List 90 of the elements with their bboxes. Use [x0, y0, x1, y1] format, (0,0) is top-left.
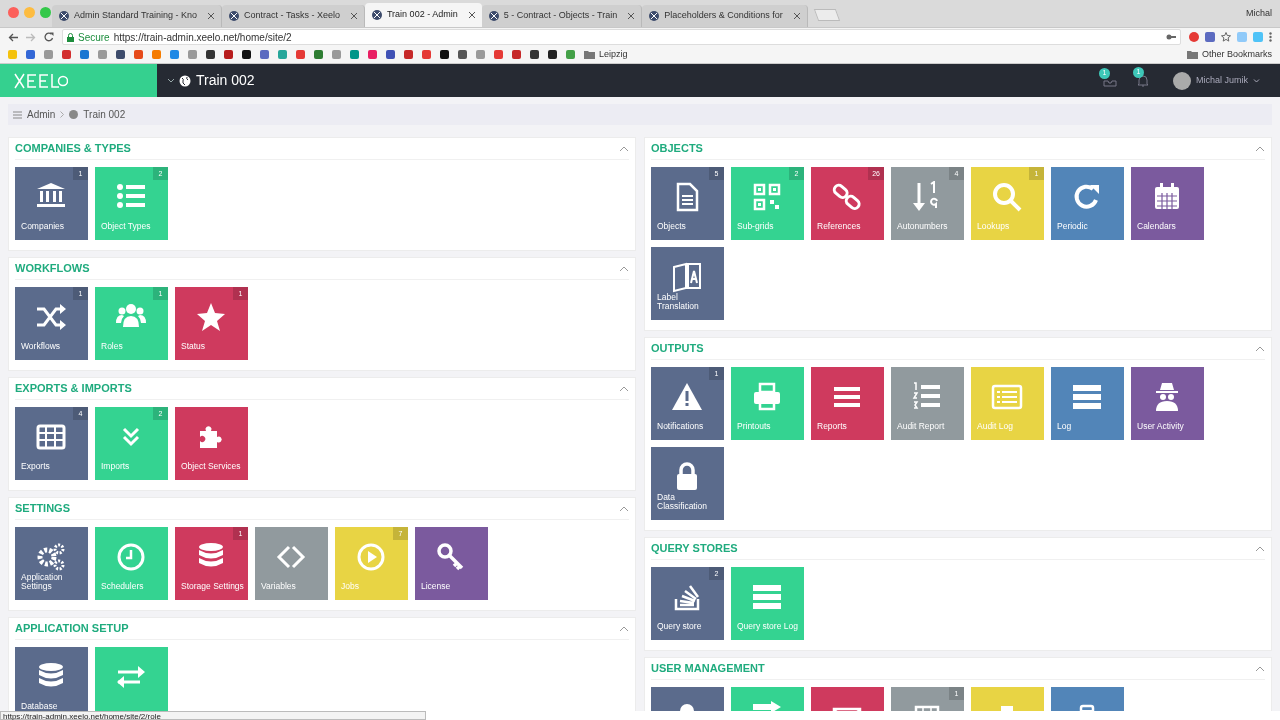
folder-icon	[584, 50, 595, 59]
collapse-chevron-icon[interactable]	[619, 145, 629, 152]
close-icon[interactable]	[793, 13, 800, 19]
browser-tab[interactable]: Train 002 - Admin	[364, 3, 482, 27]
site-title: Train 002	[196, 71, 255, 90]
address-bar[interactable]: Secure https://train-admin.xeelo.net/home/site/2	[62, 29, 1181, 45]
collapse-chevron-icon[interactable]	[619, 625, 629, 632]
tile-button[interactable]: Log	[1051, 367, 1124, 440]
browser-tab[interactable]: Contract - Tasks - Xeelo	[222, 5, 365, 27]
clock-icon	[115, 541, 147, 573]
tile-button[interactable]: License	[415, 527, 488, 600]
tile-button[interactable]: Object Services	[175, 407, 248, 480]
profile-name[interactable]: Michal	[1246, 7, 1272, 21]
close-icon[interactable]	[350, 13, 357, 19]
breadcrumb-link[interactable]: Admin	[27, 107, 56, 122]
other-bookmarks-link[interactable]: Other Bookmarks	[1201, 47, 1272, 62]
new-tab-button[interactable]	[813, 9, 840, 21]
favicon-icon	[59, 11, 69, 21]
collapse-chevron-icon[interactable]	[1255, 545, 1265, 552]
collapse-chevron-icon[interactable]	[1255, 145, 1265, 152]
tile-button[interactable]: Database	[15, 647, 88, 711]
chain-link-icon	[831, 181, 863, 213]
tile-button[interactable]: Application Settings	[15, 527, 88, 600]
collapse-chevron-icon[interactable]	[619, 505, 629, 512]
section-title: EXPORTS & IMPORTS	[15, 381, 132, 397]
secure-label: Secure	[78, 30, 110, 45]
tile-button[interactable]: Reports	[811, 367, 884, 440]
section-title: QUERY STORES	[651, 541, 738, 557]
section-title: WORKFLOWS	[15, 261, 90, 277]
qr-code-icon	[751, 181, 783, 213]
link-url-tooltip: https://train-admin.xeelo.net/home/site/2/role	[0, 711, 426, 720]
tile-button[interactable]	[95, 647, 168, 711]
favicon-icon	[649, 11, 660, 21]
tile-button[interactable]: Data Classification	[651, 447, 724, 520]
close-icon[interactable]	[628, 13, 635, 19]
menu-icon[interactable]	[1269, 32, 1272, 42]
tile-button[interactable]: User Activity	[1131, 367, 1204, 440]
section-title: SETTINGS	[15, 501, 70, 517]
bell-icon[interactable]	[1137, 74, 1149, 87]
window-zoom-button[interactable]	[40, 7, 51, 18]
section-title: OUTPUTS	[651, 341, 704, 357]
collapse-chevron-icon[interactable]	[1255, 345, 1265, 352]
browser-tab[interactable]: Placeholders & Conditions for	[642, 5, 808, 27]
translation-book-icon	[671, 261, 703, 293]
collapse-chevron-icon[interactable]	[619, 385, 629, 392]
sliders-icon	[13, 110, 22, 119]
user-menu[interactable]: Michal Jumik	[1173, 71, 1260, 90]
tile-button[interactable]: Audit Report	[891, 367, 964, 440]
section-title: COMPANIES & TYPES	[15, 141, 131, 157]
tile-button[interactable]: Variables	[255, 527, 328, 600]
section-title: USER MANAGEMENT	[651, 661, 765, 677]
search-icon	[991, 181, 1023, 213]
globe-icon	[179, 74, 191, 87]
bookmark-folder-link[interactable]: Leipzig	[599, 47, 628, 62]
globe-icon	[69, 110, 79, 119]
breadcrumb-current: Train 002	[83, 108, 126, 122]
avatar-icon	[1173, 71, 1191, 90]
lock-icon	[67, 32, 74, 42]
star-icon	[195, 301, 227, 333]
xeelo-logo-icon[interactable]	[14, 72, 68, 89]
caret-icon	[1253, 78, 1260, 83]
chevron-right-icon	[60, 111, 65, 118]
close-icon[interactable]	[468, 12, 475, 18]
collapse-chevron-icon[interactable]	[1255, 665, 1265, 672]
tile-button[interactable]: Label Translation	[651, 247, 724, 320]
shuffle-icon	[35, 301, 67, 333]
forward-arrow-icon[interactable]	[26, 32, 36, 42]
favicon-icon	[371, 10, 382, 20]
warning-icon	[671, 381, 703, 413]
folder-icon	[1186, 50, 1198, 59]
tile-button[interactable]: Calendars	[1131, 167, 1204, 240]
bookmark-star-icon[interactable]	[1221, 32, 1231, 42]
collapse-chevron-icon[interactable]	[619, 265, 629, 272]
favicon-icon	[488, 11, 499, 21]
section-title: APPLICATION SETUP	[15, 621, 129, 637]
key-icon	[1166, 33, 1176, 41]
logo-panel[interactable]	[0, 64, 157, 97]
browser-tab[interactable]: 5 - Contract - Objects - Train	[481, 5, 643, 27]
section-title: OBJECTS	[651, 141, 703, 157]
tile-button[interactable]: Periodic	[1051, 167, 1124, 240]
printer-icon	[751, 381, 783, 413]
window-close-button[interactable]	[8, 7, 19, 18]
favicon-icon	[229, 11, 240, 21]
chevron-down-icon[interactable]	[167, 78, 175, 83]
play-circle-icon	[355, 541, 387, 573]
reload-icon[interactable]	[44, 32, 54, 42]
close-icon[interactable]	[208, 13, 215, 19]
url-text: https://train-admin.xeelo.net/home/site/2	[113, 30, 292, 45]
browser-tab[interactable]: Admin Standard Training - Kno	[52, 5, 223, 27]
back-arrow-icon[interactable]	[8, 32, 18, 42]
